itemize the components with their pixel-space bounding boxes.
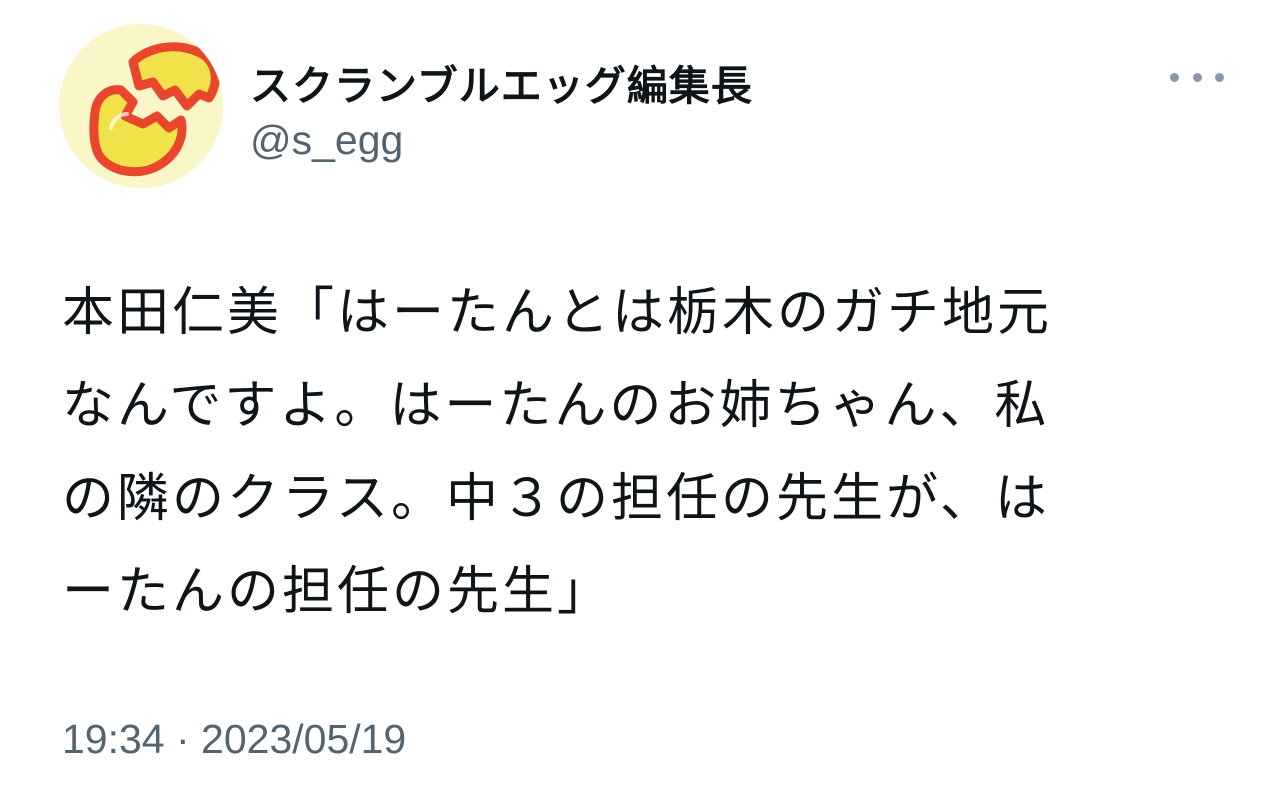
tweet-card: スクランブルエッグ編集長 @s_egg 本田仁美「はーたんとは栃木のガチ地元 な… bbox=[0, 0, 1283, 807]
tweet-text-line: なんですよ。はーたんのお姉ちゃん、私 bbox=[62, 376, 1050, 436]
display-name[interactable]: スクランブルエッグ編集長 bbox=[250, 52, 753, 112]
user-handle[interactable]: @s_egg bbox=[250, 117, 403, 164]
avatar[interactable] bbox=[59, 24, 223, 188]
tweet-text: 本田仁美「はーたんとは栃木のガチ地元 なんですよ。はーたんのお姉ちゃん、私 の隣… bbox=[62, 267, 1242, 639]
more-horizontal-icon bbox=[1170, 72, 1179, 82]
tweet-text-line: の隣のクラス。中３の担任の先生が、は bbox=[62, 469, 1050, 529]
cracked-egg-icon bbox=[59, 24, 223, 188]
tweet-text-line: 本田仁美「はーたんとは栃木のガチ地元 bbox=[62, 283, 1053, 343]
more-horizontal-icon-dot bbox=[1215, 72, 1224, 82]
more-horizontal-icon-dot bbox=[1192, 72, 1202, 82]
tweet-text-line: ーたんの担任の先生」 bbox=[62, 562, 613, 622]
more-options-button[interactable] bbox=[1170, 60, 1224, 94]
tweet-timestamp[interactable]: 19:34 · 2023/05/19 bbox=[62, 716, 406, 763]
